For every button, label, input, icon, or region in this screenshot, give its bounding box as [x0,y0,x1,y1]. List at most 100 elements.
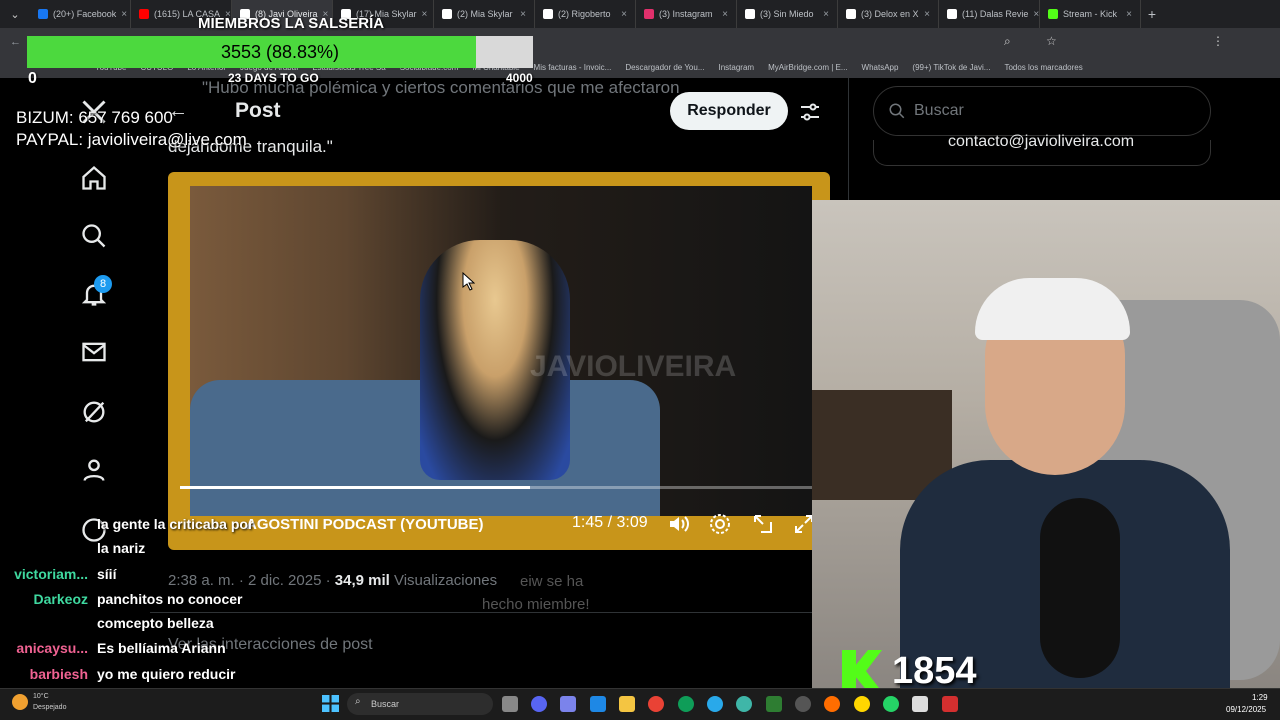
tab-close-icon[interactable]: × [621,9,627,20]
bookmark-item[interactable]: Mis facturas - Invoic... [534,63,612,72]
search-input[interactable]: Buscar [873,86,1211,136]
spreadsheet-icon[interactable] [766,696,782,712]
bookmark-star-icon[interactable]: ☆ [1046,34,1057,48]
volume-icon[interactable] [666,512,690,536]
tab-close-icon[interactable]: × [422,9,428,20]
bookmark-item[interactable]: Instagram [719,63,755,72]
browser-tab[interactable]: Stream - Kick × [1040,0,1141,28]
outlook-icon[interactable] [590,696,606,712]
tab-label: (20+) Facebook [53,9,117,19]
stream-chat: la gente la criticaba por la nariz victori… [0,508,275,718]
grok-icon[interactable] [80,398,108,426]
member-alert-line2: hecho miembre! [482,596,590,613]
weather-desc: Despejado [33,704,67,711]
whatsapp-icon[interactable] [883,696,899,712]
profile-icon[interactable] [80,456,108,484]
tab-close-icon[interactable]: × [1126,9,1132,20]
tab-favicon-icon [543,9,553,19]
tab-close-icon[interactable]: × [520,9,526,20]
clock-time: 1:29 [1252,693,1268,702]
video-time: 1:45 / 3:09 [572,514,648,531]
bookmark-item[interactable]: MyAirBridge.com | E... [768,63,847,72]
firefox-icon[interactable] [824,696,840,712]
discord-icon[interactable] [531,696,547,712]
member-goal-title: MIEMBROS LA SALSERÍA [198,15,385,32]
search-icon[interactable] [80,222,108,250]
tab-close-icon[interactable]: × [121,9,127,20]
mouse-cursor-icon [462,272,475,291]
chat-username[interactable]: barbiesh [30,666,88,682]
browser-tab[interactable]: (3) Delox en X × [838,0,939,28]
chat-message: Es bellíaima Ariann [97,640,226,656]
tab-search-icon[interactable]: ⌄ [0,8,30,21]
video-seek-progress [180,486,531,489]
bookmark-item[interactable]: Descargador de You... [625,63,704,72]
tab-label: (3) Sin Miedo [760,9,814,19]
weather-icon[interactable] [12,694,28,710]
tab-label: (11) Dalas Revie [962,9,1029,19]
reply-button[interactable]: Responder [670,92,788,130]
chat-username[interactable]: Darkeoz [34,591,88,607]
tab-close-icon[interactable]: × [722,9,728,20]
browser-tab[interactable]: (2) Mia Skylar × [434,0,535,28]
member-goal-progress-text: 3553 (88.83%) [220,42,340,62]
bizum-donation-info: BIZUM: 657 769 600 [16,108,173,127]
app-icon[interactable] [736,696,752,712]
edge-icon[interactable] [678,696,694,712]
tab-close-icon[interactable]: × [924,9,930,20]
taskbar-search[interactable]: Buscar [347,693,493,715]
new-tab-icon[interactable]: + [1141,6,1163,22]
chat-username[interactable]: victoriam... [14,566,88,582]
tab-label: (2) Mia Skylar [457,9,513,19]
home-icon[interactable] [80,164,108,192]
teams-icon[interactable] [560,696,576,712]
sliders-icon[interactable] [798,100,822,124]
tab-favicon-icon [1048,9,1058,19]
tab-label: (3) Delox en X [861,9,919,19]
settings-gear-icon[interactable] [708,512,732,536]
messages-mail-icon[interactable] [80,338,108,366]
column-divider [848,78,849,208]
webcam-microphone [1040,498,1120,678]
app2-icon[interactable] [854,696,870,712]
tab-favicon-icon [38,9,48,19]
chat-message: la nariz [97,540,146,556]
windows-start-icon[interactable] [322,695,339,712]
tab-favicon-icon [846,9,856,19]
browser-tab[interactable]: (3) Sin Miedo × [737,0,838,28]
snipping-tool-icon[interactable] [912,696,928,712]
back-icon[interactable]: ← [10,36,21,48]
contact-email[interactable]: contacto@javioliveira.com [948,133,1134,151]
tab-label: (3) Instagram [659,9,713,19]
task-view-icon[interactable] [502,696,518,712]
browser-tab-bar: ⌄ (20+) Facebook × (1615) LA CASA × (8) Javi… [0,0,1280,28]
bookmark-item[interactable]: WhatsApp [862,63,899,72]
telegram-icon[interactable] [707,696,723,712]
zoom-icon[interactable]: ⌕ [1004,34,1011,49]
member-goal-max: 4000 [506,71,533,85]
video-source-label: AGOSTINI PODCAST (YOUTUBE) [246,516,484,533]
browser-tab[interactable]: (3) Instagram × [636,0,737,28]
menu-icon[interactable]: ⋮ [1212,34,1224,48]
browser-tab[interactable]: (11) Dalas Revie × [939,0,1040,28]
video-seekbar[interactable] [180,486,812,489]
file-explorer-icon[interactable] [619,696,635,712]
browser-tab[interactable]: (20+) Facebook × [30,0,131,28]
member-goal-bar: 3553 (88.83%) [27,36,533,68]
chat-message: yo me quiero reducir [97,666,236,682]
tab-close-icon[interactable]: × [823,9,829,20]
acrobat-icon[interactable] [942,696,958,712]
chat-username[interactable]: anicaysu... [16,640,88,656]
browser-tab[interactable]: (2) Rigoberto × [535,0,636,28]
chrome-icon[interactable] [648,696,664,712]
bookmark-item[interactable]: Todos los marcadores [1004,63,1082,72]
video-watermark: JAVIOLIVEIRA [530,350,737,383]
taskbar-search-icon: ⌕ [355,696,361,707]
tab-close-icon[interactable]: × [1033,9,1039,20]
pip-icon[interactable] [751,512,775,536]
settings-icon[interactable] [795,696,811,712]
bookmark-item[interactable]: (99+) TikTok de Javi... [912,63,990,72]
page-title: Post [235,99,281,122]
member-goal-days: 23 DAYS TO GO [228,71,319,85]
post-views-count: 34,9 mil [334,572,390,589]
